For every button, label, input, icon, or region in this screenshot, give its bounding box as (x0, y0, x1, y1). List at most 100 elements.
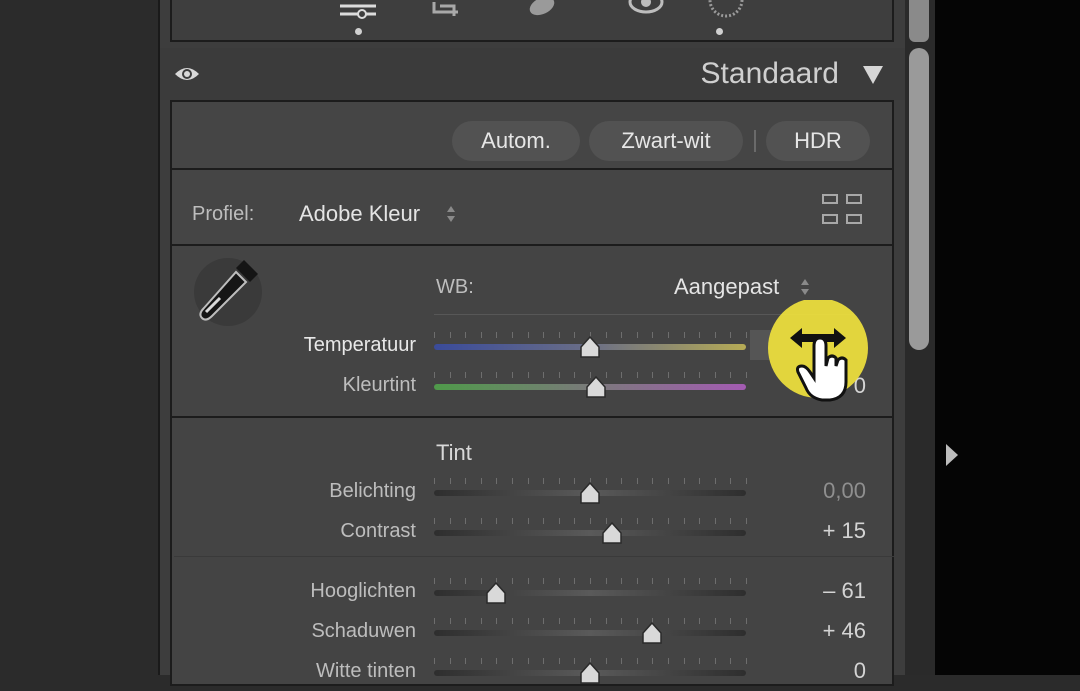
tone-slider-value[interactable]: 0 (766, 658, 866, 684)
black-white-button[interactable]: Zwart-wit (589, 121, 743, 161)
tone-slider-thumb[interactable] (601, 521, 623, 544)
slider-tick (621, 578, 623, 584)
slider-tick (449, 332, 451, 338)
slider-tick (636, 578, 638, 584)
slider-tick (527, 372, 529, 378)
tint-label: Kleurtint (342, 374, 416, 396)
scrollbar-thumb[interactable] (909, 48, 929, 350)
slider-tick (449, 578, 451, 584)
profile-row: Profiel: Adobe Kleur (170, 168, 894, 246)
auto-button[interactable]: Autom. (452, 121, 580, 161)
slider-tick (699, 332, 701, 338)
slider-tick (434, 332, 435, 338)
slider-tick (668, 478, 669, 484)
profile-select[interactable]: Adobe Kleur (299, 201, 420, 227)
slider-tick (668, 618, 669, 624)
tone-slider-value[interactable]: + 46 (766, 618, 866, 644)
slider-tick (496, 618, 498, 624)
slider-tick (590, 578, 591, 584)
profile-browser-grid-icon[interactable] (822, 194, 866, 230)
slider-tick (746, 372, 747, 378)
profile-label: Profiel: (192, 203, 255, 225)
expand-right-panel-icon[interactable] (946, 444, 958, 466)
slider-tick (574, 478, 576, 484)
slider-tick (465, 332, 467, 338)
tone-slider-ticks (434, 578, 747, 586)
slider-tick (683, 618, 685, 624)
tone-slider-thumb[interactable] (579, 481, 601, 504)
temperature-slider-thumb[interactable] (579, 335, 601, 358)
slider-tick (668, 518, 669, 524)
slider-tick (605, 658, 607, 664)
slider-tick (543, 518, 545, 524)
slider-tick (496, 518, 498, 524)
tone-slider-label: Schaduwen (311, 620, 416, 642)
slider-tick (636, 658, 638, 664)
slider-tick (621, 618, 623, 624)
slider-tick (480, 518, 482, 524)
slider-tick (668, 578, 669, 584)
slider-tick (683, 578, 685, 584)
slider-tick (512, 618, 513, 624)
slider-tick (543, 578, 545, 584)
treatment-buttons-row: Autom. Zwart-wit HDR (170, 100, 894, 170)
slider-tick (730, 518, 732, 524)
tone-slider-value[interactable]: + 15 (766, 518, 866, 544)
slider-tick (683, 478, 685, 484)
slider-tick (543, 618, 545, 624)
slider-tick (434, 518, 435, 524)
tone-slider-thumb[interactable] (485, 581, 507, 604)
slider-tick (558, 332, 560, 338)
eyedropper-icon[interactable] (192, 254, 264, 331)
slider-tick (480, 658, 482, 664)
tone-slider-track[interactable] (434, 590, 746, 596)
slider-tick (558, 658, 560, 664)
tone-slider-thumb[interactable] (641, 621, 663, 644)
updown-icon[interactable] (447, 206, 455, 222)
slider-tick (652, 372, 654, 378)
wb-select[interactable]: Aangepast (674, 274, 779, 300)
slider-tick (746, 618, 747, 624)
slider-tick (527, 518, 529, 524)
tint-slider-thumb[interactable] (585, 375, 607, 398)
slider-tick (621, 372, 623, 378)
tone-slider-value[interactable]: 0,00 (766, 478, 866, 504)
slider-tick (621, 332, 623, 338)
slider-tick (543, 478, 545, 484)
slider-tick (574, 332, 576, 338)
slider-tick (746, 332, 747, 338)
slider-tick (465, 518, 467, 524)
tone-slider-track[interactable] (434, 630, 746, 636)
slider-tick (730, 658, 732, 664)
slider-tick (590, 618, 591, 624)
slider-tick (558, 578, 560, 584)
slider-tick (449, 658, 451, 664)
slider-tick (574, 618, 576, 624)
tone-slider-value[interactable]: – 61 (766, 578, 866, 604)
slider-tick (605, 332, 607, 338)
slider-tick (480, 478, 482, 484)
slider-tick (714, 658, 716, 664)
slider-tick (652, 578, 654, 584)
slider-tick (714, 332, 716, 338)
slider-tick (527, 658, 529, 664)
wb-updown-icon[interactable] (801, 279, 809, 295)
tone-slider-thumb[interactable] (579, 661, 601, 684)
tone-slider-track[interactable] (434, 530, 746, 536)
slider-tick (699, 578, 701, 584)
slider-tick (543, 372, 545, 378)
slider-tick (434, 478, 435, 484)
hdr-button[interactable]: HDR (766, 121, 870, 161)
slider-tick (449, 518, 451, 524)
slider-tick (449, 618, 451, 624)
slider-tick (605, 578, 607, 584)
slider-tick (512, 478, 513, 484)
slider-tick (714, 518, 716, 524)
slider-tick (746, 518, 747, 524)
slider-tick (636, 332, 638, 338)
tone-heading: Tint (436, 440, 472, 465)
slider-tick (683, 658, 685, 664)
slider-tick (730, 618, 732, 624)
slider-tick (527, 578, 529, 584)
slider-tick (558, 372, 560, 378)
